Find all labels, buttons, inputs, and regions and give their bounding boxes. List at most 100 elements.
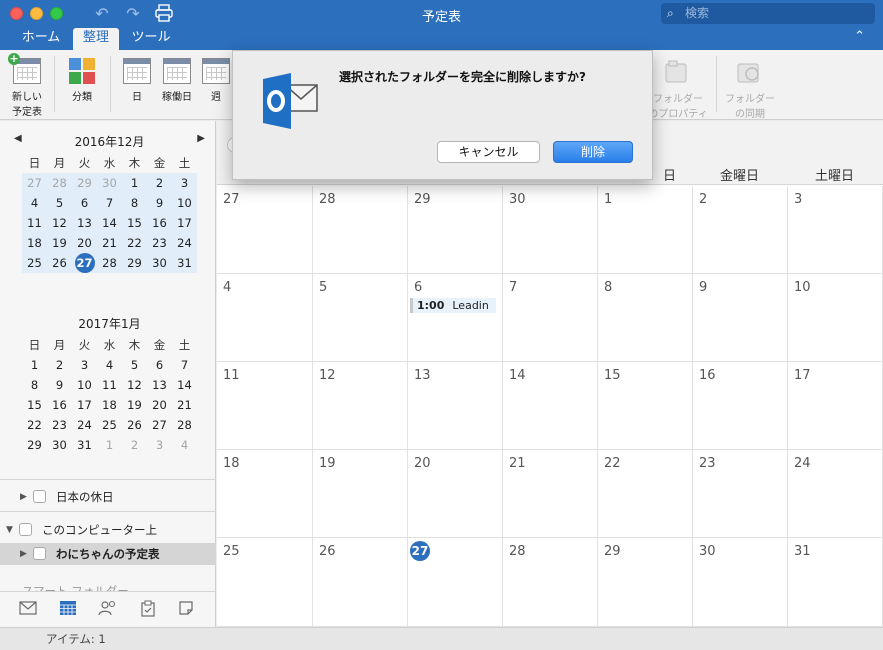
- mini-calendar-day[interactable]: 15: [122, 213, 147, 233]
- day-cell[interactable]: 14: [503, 362, 598, 450]
- search-input[interactable]: ⌕ 検索: [661, 3, 875, 24]
- mini-calendar-day[interactable]: 9: [47, 375, 72, 395]
- mini-calendar-day[interactable]: 12: [122, 375, 147, 395]
- mini-calendar-day[interactable]: 5: [47, 193, 72, 213]
- mini-calendar-day[interactable]: 14: [172, 375, 197, 395]
- day-cell[interactable]: 18: [217, 450, 313, 538]
- new-calendar-button[interactable]: + 新しい 予定表: [8, 53, 46, 118]
- mini-calendar-day[interactable]: 23: [47, 415, 72, 435]
- mini-calendar-day[interactable]: 8: [22, 375, 47, 395]
- mini-calendar-day[interactable]: 2: [47, 355, 72, 375]
- day-cell[interactable]: 22: [598, 450, 693, 538]
- previous-month-icon[interactable]: ◀: [14, 133, 22, 144]
- mini-calendar-day[interactable]: 4: [97, 355, 122, 375]
- folder-sync-button[interactable]: フォルダー の同期: [722, 60, 778, 120]
- mini-calendar-day[interactable]: 11: [97, 375, 122, 395]
- mini-calendar-day[interactable]: 3: [147, 435, 172, 455]
- day-cell[interactable]: 31: [788, 538, 883, 627]
- mini-calendar-day[interactable]: 27: [22, 173, 47, 193]
- mini-calendar-day[interactable]: 7: [97, 193, 122, 213]
- mini-calendar-day[interactable]: 19: [47, 233, 72, 253]
- mini-calendar-day[interactable]: 28: [97, 253, 122, 273]
- folder-checkbox[interactable]: [33, 547, 46, 560]
- mini-calendar-day[interactable]: 5: [122, 355, 147, 375]
- disclosure-right-icon[interactable]: ▶: [20, 486, 27, 508]
- mini-calendar-day[interactable]: 24: [172, 233, 197, 253]
- mail-icon[interactable]: [18, 600, 38, 620]
- day-cell[interactable]: 16: [693, 362, 788, 450]
- folder-checkbox[interactable]: [33, 490, 46, 503]
- tab-home[interactable]: ホーム: [12, 28, 70, 50]
- day-cell[interactable]: 20: [408, 450, 503, 538]
- mini-calendar-day[interactable]: 4: [22, 193, 47, 213]
- day-cell[interactable]: 21: [503, 450, 598, 538]
- day-cell[interactable]: 23: [693, 450, 788, 538]
- mini-calendar-day[interactable]: 1: [22, 355, 47, 375]
- mini-calendar-day[interactable]: 6: [147, 355, 172, 375]
- day-cell[interactable]: 9: [693, 274, 788, 362]
- folder-my-calendar[interactable]: ▶ わにちゃんの予定表: [0, 543, 216, 565]
- mini-calendar-day[interactable]: 22: [22, 415, 47, 435]
- mini-calendar-day[interactable]: 22: [122, 233, 147, 253]
- mini-calendar-day[interactable]: 21: [172, 395, 197, 415]
- day-cell[interactable]: 12: [313, 362, 408, 450]
- mini-calendar-day[interactable]: 20: [72, 233, 97, 253]
- mini-calendar-day[interactable]: 13: [72, 213, 97, 233]
- view-day-button[interactable]: 日: [121, 58, 153, 103]
- mini-calendar-day[interactable]: 31: [72, 435, 97, 455]
- day-cell[interactable]: 29: [408, 186, 503, 274]
- view-week-button[interactable]: 週: [200, 58, 232, 103]
- day-cell[interactable]: 3: [788, 186, 883, 274]
- mini-calendar-day[interactable]: 30: [147, 253, 172, 273]
- folder-on-my-computer[interactable]: ▼ このコンピューター上: [0, 519, 216, 541]
- mini-calendar-day[interactable]: 6: [72, 193, 97, 213]
- disclosure-right-icon[interactable]: ▶: [20, 543, 27, 565]
- mini-calendar-day[interactable]: 29: [122, 253, 147, 273]
- tab-organize[interactable]: 整理: [73, 28, 119, 50]
- mini-calendar-day[interactable]: 14: [97, 213, 122, 233]
- mini-calendar-day[interactable]: 16: [47, 395, 72, 415]
- mini-calendar-day[interactable]: 30: [97, 173, 122, 193]
- mini-calendar-day[interactable]: 29: [22, 435, 47, 455]
- mini-calendar-day[interactable]: 3: [72, 355, 97, 375]
- day-cell[interactable]: 25: [217, 538, 313, 627]
- mini-calendar-day[interactable]: 21: [97, 233, 122, 253]
- day-cell[interactable]: 2: [693, 186, 788, 274]
- next-month-icon[interactable]: ▶: [197, 133, 205, 144]
- mini-calendar-day[interactable]: 23: [147, 233, 172, 253]
- disclosure-down-icon[interactable]: ▼: [6, 519, 13, 541]
- day-cell[interactable]: 30: [503, 186, 598, 274]
- day-cell[interactable]: 4: [217, 274, 313, 362]
- mini-calendar-day[interactable]: 1: [122, 173, 147, 193]
- mini-calendar-day[interactable]: 4: [172, 435, 197, 455]
- day-cell[interactable]: 6 1:00 Leadin: [408, 274, 503, 362]
- day-cell[interactable]: 10: [788, 274, 883, 362]
- folder-checkbox[interactable]: [19, 523, 32, 536]
- mini-calendar-day[interactable]: 8: [122, 193, 147, 213]
- mini-calendar-day[interactable]: 27: [72, 253, 97, 273]
- day-cell[interactable]: 7: [503, 274, 598, 362]
- mini-calendar-day[interactable]: 27: [147, 415, 172, 435]
- tab-tools[interactable]: ツール: [126, 28, 176, 50]
- mini-calendar-day[interactable]: 9: [147, 193, 172, 213]
- mini-calendar-day[interactable]: 18: [22, 233, 47, 253]
- notes-icon[interactable]: [176, 600, 196, 620]
- day-cell[interactable]: 13: [408, 362, 503, 450]
- day-cell[interactable]: 29: [598, 538, 693, 627]
- mini-calendar-day[interactable]: 30: [47, 435, 72, 455]
- mini-calendar-day[interactable]: 15: [22, 395, 47, 415]
- mini-calendar-day[interactable]: 11: [22, 213, 47, 233]
- day-cell[interactable]: 24: [788, 450, 883, 538]
- mini-calendar-day[interactable]: 25: [97, 415, 122, 435]
- mini-calendar-day[interactable]: 12: [47, 213, 72, 233]
- calendar-icon[interactable]: [58, 600, 78, 620]
- mini-calendar-day[interactable]: 7: [172, 355, 197, 375]
- mini-calendar-day[interactable]: 16: [147, 213, 172, 233]
- chevron-up-icon[interactable]: ⌃: [854, 29, 865, 44]
- mini-calendar-day[interactable]: 3: [172, 173, 197, 193]
- day-cell[interactable]: 28: [313, 186, 408, 274]
- mini-calendar-day[interactable]: 31: [172, 253, 197, 273]
- mini-calendar-day[interactable]: 17: [172, 213, 197, 233]
- mini-calendar-day[interactable]: 26: [47, 253, 72, 273]
- day-cell[interactable]: 26: [313, 538, 408, 627]
